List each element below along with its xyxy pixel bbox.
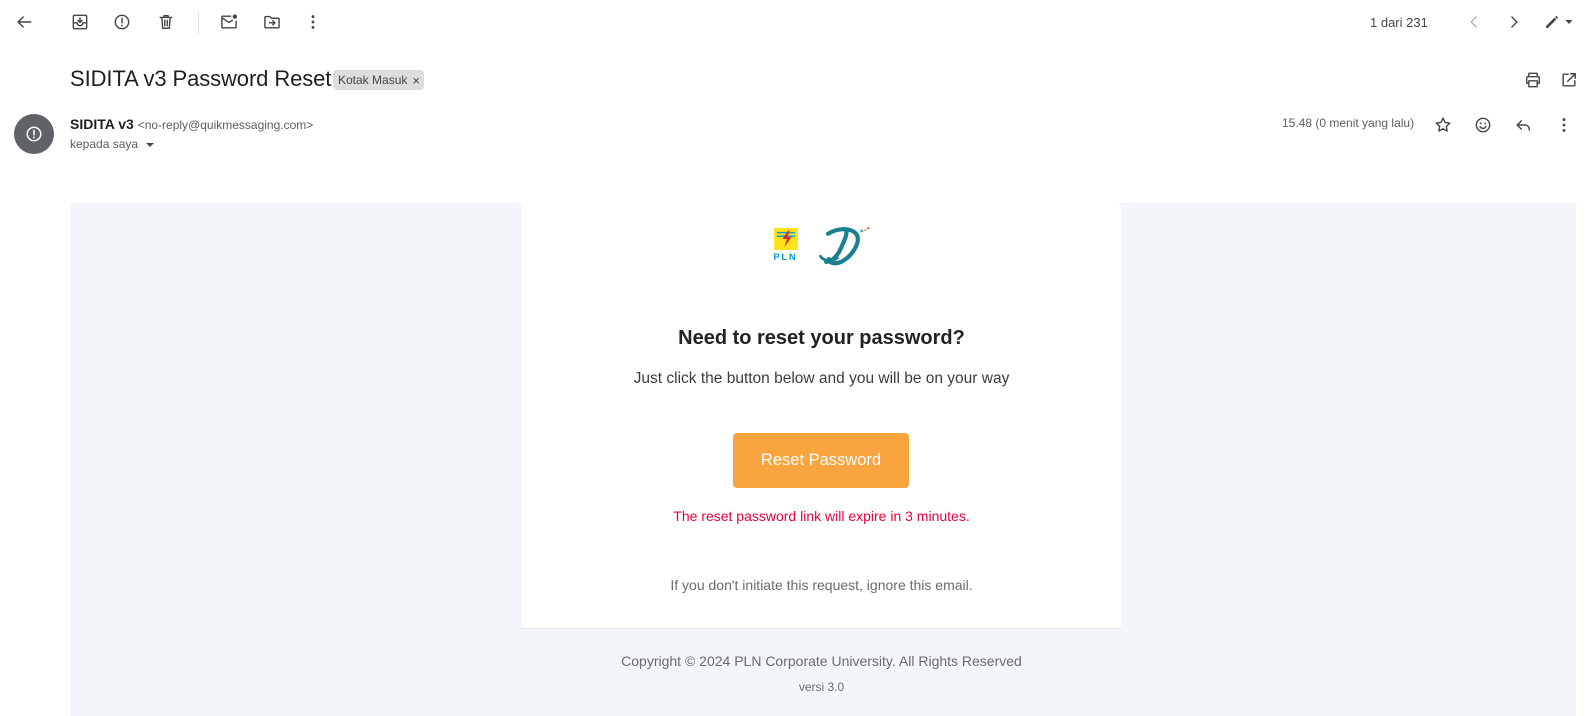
delete-button[interactable] <box>148 4 184 40</box>
toolbar-divider <box>198 12 199 34</box>
recipient-label: kepada saya <box>70 137 139 151</box>
star-button[interactable] <box>1425 107 1461 143</box>
move-to-button[interactable] <box>254 4 290 40</box>
sender-avatar[interactable] <box>14 114 54 154</box>
chevron-left-icon <box>1470 16 1477 28</box>
logo-row: PLN <box>522 221 1121 269</box>
mark-unread-button[interactable] <box>211 4 247 40</box>
arrow-left-icon <box>17 16 32 28</box>
ignore-notice: If you don't initiate this request, igno… <box>670 577 973 593</box>
chevron-right-icon <box>1511 16 1518 28</box>
move-to-folder-icon <box>264 15 280 29</box>
top-toolbar: 1 dari 231 <box>0 0 1590 44</box>
caret-down-icon <box>146 142 155 147</box>
message-counter: 1 dari 231 <box>1370 15 1428 30</box>
message-more-button[interactable] <box>1546 107 1582 143</box>
caret-down-icon <box>1565 20 1573 24</box>
star-icon <box>1435 117 1451 132</box>
next-button[interactable] <box>1496 4 1532 40</box>
emoji-reaction-button[interactable] <box>1465 107 1501 143</box>
pen-icon <box>1546 16 1558 28</box>
email-lead-text: Just click the button below and you will… <box>633 370 1010 387</box>
version-text: versi 3.0 <box>798 680 845 694</box>
pln-lightning-icon <box>773 228 798 250</box>
email-card: PLN Need to reset your password? Just cl… <box>522 203 1121 629</box>
more-options-button[interactable] <box>295 4 331 40</box>
report-spam-button[interactable] <box>104 4 140 40</box>
open-in-new-icon <box>1562 73 1576 87</box>
emoji-icon <box>1475 117 1491 133</box>
more-vert-icon <box>1562 118 1566 132</box>
alert-circle-icon <box>26 126 42 142</box>
recipient-details-toggle[interactable]: kepada saya <box>70 137 155 151</box>
reply-button[interactable] <box>1505 107 1541 143</box>
reset-password-button[interactable]: Reset Password <box>733 433 909 488</box>
sender-email: <no-reply@quikmessaging.com> <box>137 118 314 132</box>
back-button[interactable] <box>6 4 42 40</box>
message-time: 15.48 (0 menit yang lalu) <box>1282 116 1415 130</box>
report-spam-icon <box>114 14 130 30</box>
archive-button[interactable] <box>62 4 98 40</box>
archive-icon <box>72 14 88 30</box>
print-icon <box>1526 72 1540 88</box>
label-chip-text: Kotak Masuk <box>338 73 408 87</box>
reply-icon <box>1516 120 1530 131</box>
remove-label-button[interactable]: × <box>412 73 420 88</box>
input-tools-button[interactable] <box>1536 4 1582 40</box>
sidita-logo <box>818 226 869 266</box>
sender-line: SIDITA v3 <no-reply@quikmessaging.com> <box>70 116 313 132</box>
copyright-text: Copyright © 2024 PLN Corporate Universit… <box>621 653 1022 669</box>
mark-unread-icon <box>221 14 237 29</box>
previous-button[interactable] <box>1456 4 1492 40</box>
open-in-new-window-button[interactable] <box>1551 62 1587 98</box>
pln-logo: PLN <box>771 228 801 262</box>
more-vert-icon <box>311 15 315 29</box>
email-heading: Need to reset your password? <box>678 327 965 349</box>
sender-name[interactable]: SIDITA v3 <box>70 116 134 132</box>
email-subject: SIDITA v3 Password Reset <box>70 66 332 91</box>
trash-icon <box>159 15 173 29</box>
expiry-notice: The reset password link will expire in 3… <box>673 508 970 524</box>
print-button[interactable] <box>1515 62 1551 98</box>
label-chip: Kotak Masuk × <box>333 70 424 90</box>
pln-logo-text: PLN <box>773 252 798 262</box>
